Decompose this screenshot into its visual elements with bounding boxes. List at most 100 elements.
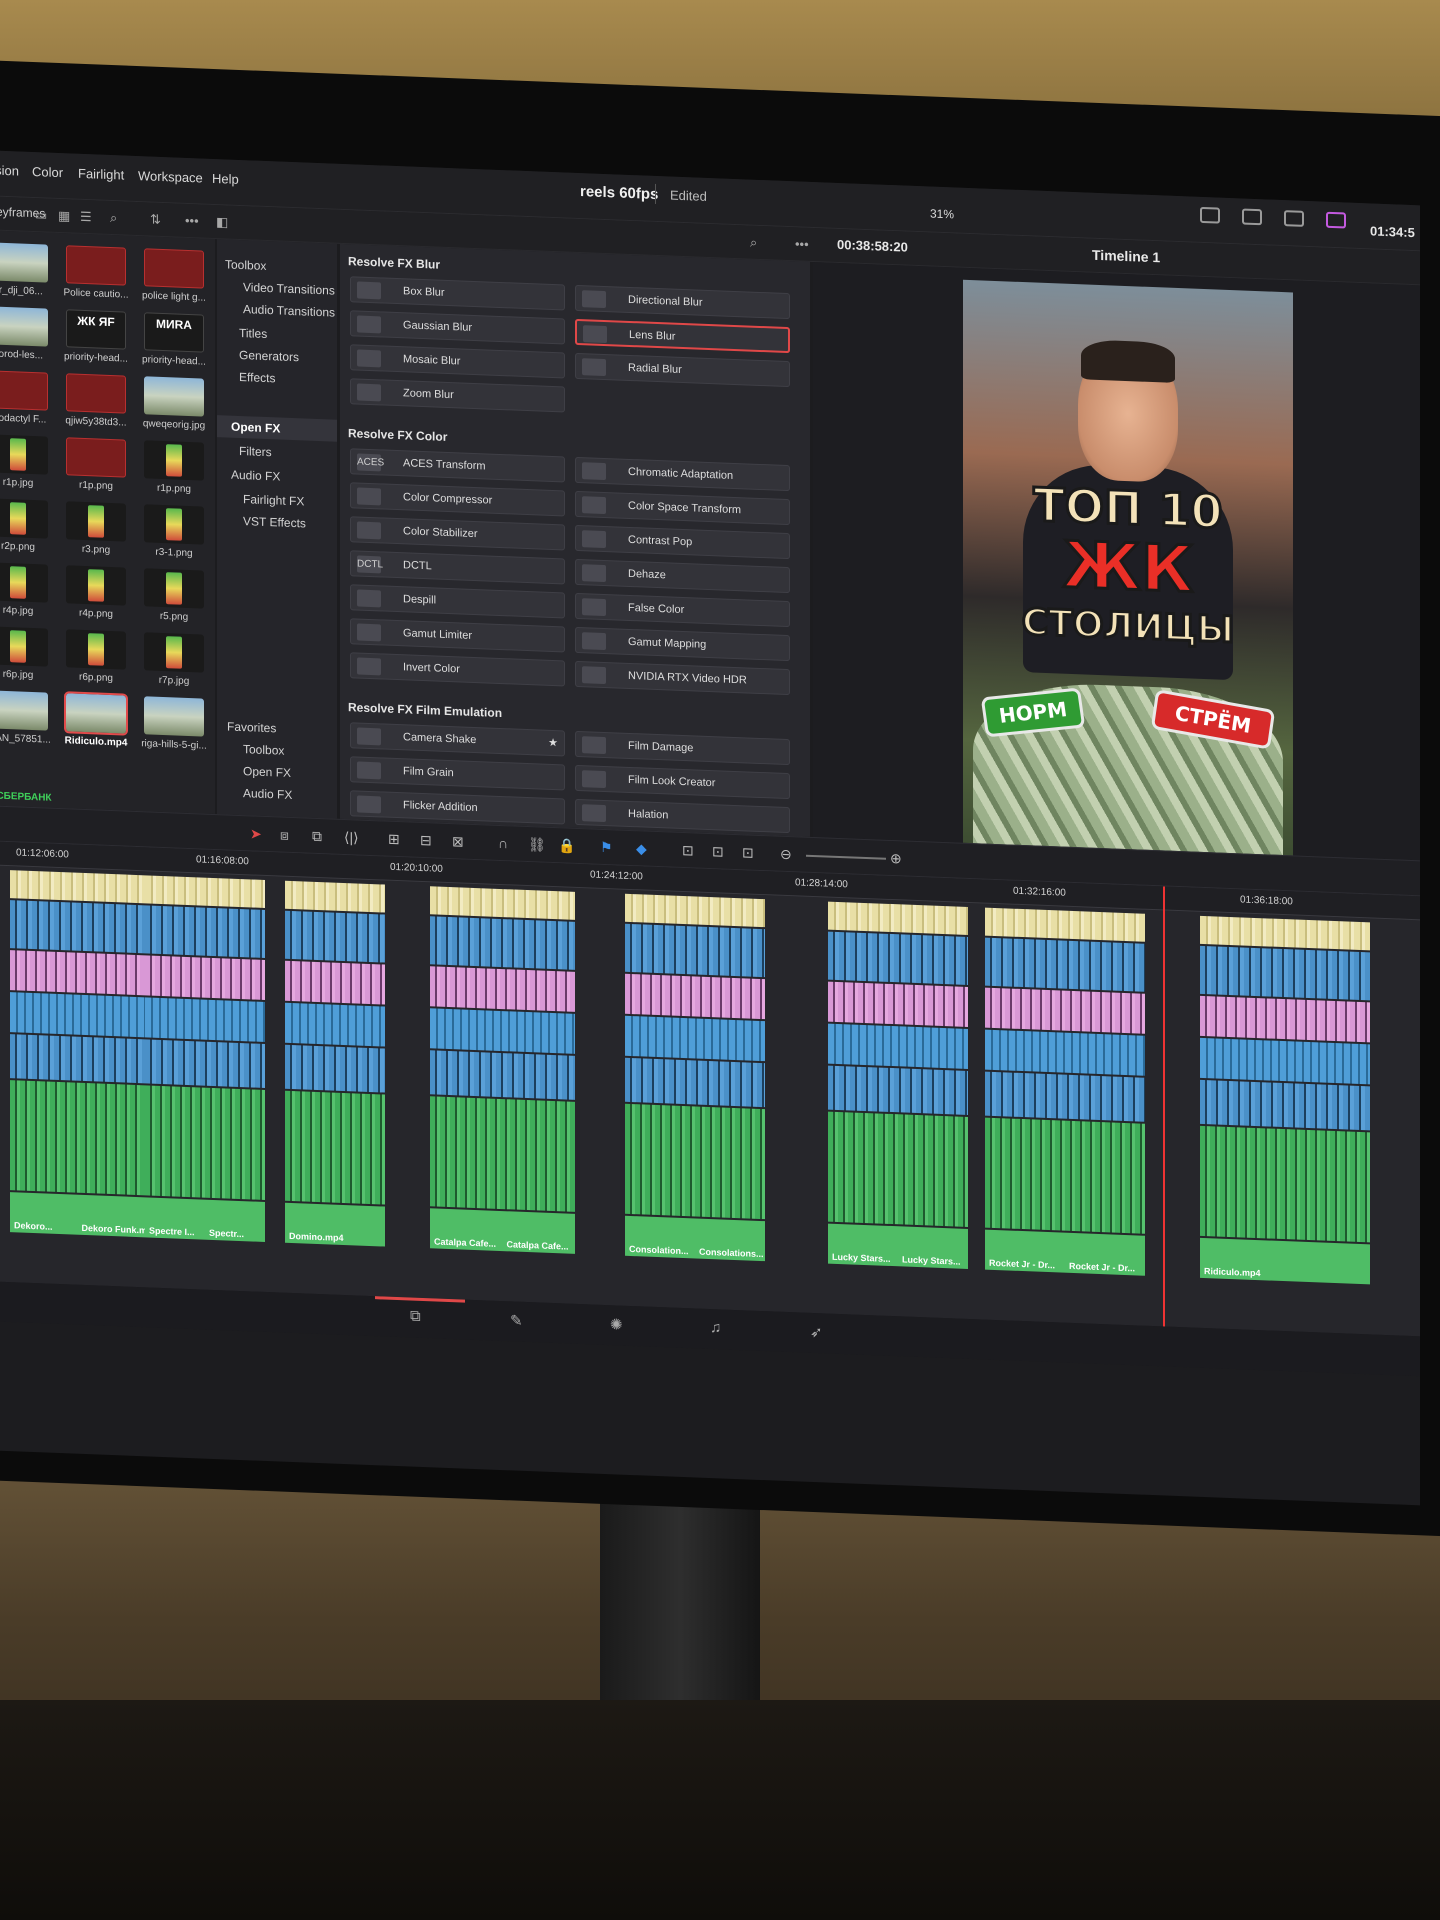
video-clip[interactable] [285, 1044, 385, 1093]
fx-more-icon[interactable]: ••• [795, 236, 809, 252]
expand-icon[interactable] [1284, 210, 1304, 227]
media-thumb[interactable] [0, 306, 48, 347]
video-clip[interactable] [625, 1015, 765, 1062]
video-clip[interactable] [625, 923, 765, 978]
audio-clip[interactable] [828, 1111, 968, 1227]
fx-item[interactable]: Zoom Blur [350, 378, 565, 413]
fx-item[interactable]: Lens Blur [575, 318, 790, 354]
media-thumb[interactable] [0, 498, 48, 539]
video-clip[interactable] [828, 931, 968, 985]
playhead[interactable] [1163, 886, 1165, 1327]
media-thumb[interactable] [144, 632, 204, 673]
media-thumb[interactable] [144, 504, 204, 545]
timeline-clip-stack[interactable]: Lucky Stars... Lucky Stars... [828, 901, 968, 1271]
timeline-clip-stack[interactable]: Catalpa Cafe... Catalpa Cafe... [430, 886, 575, 1256]
video-clip[interactable] [10, 870, 145, 904]
fx-item[interactable]: Contrast Pop [575, 524, 790, 560]
media-thumb[interactable] [144, 248, 204, 289]
viewer-zoom-level[interactable]: 31% [930, 206, 954, 221]
media-thumb[interactable] [0, 690, 48, 731]
audio-clip[interactable] [625, 1103, 765, 1220]
list-view-icon[interactable]: ▭ [35, 207, 47, 223]
video-clip[interactable] [285, 910, 385, 963]
timeline-clip-stack[interactable]: Spectre I... Spectr... [145, 875, 265, 1244]
fx-item[interactable]: Film Grain [350, 756, 565, 791]
video-clip[interactable] [145, 905, 265, 958]
video-clip[interactable] [145, 1039, 265, 1088]
video-clip[interactable] [145, 875, 265, 908]
video-clip[interactable] [1200, 945, 1370, 1001]
timeline-clip-stack[interactable]: Rocket Jr - Dr... Rocket Jr - Dr... [985, 907, 1145, 1278]
video-clip[interactable] [625, 973, 765, 1020]
video-clip[interactable] [430, 886, 575, 920]
tree-audio-transitions[interactable]: Audio Transitions [243, 302, 335, 320]
video-clip[interactable] [985, 937, 1145, 992]
media-thumb[interactable] [66, 501, 126, 542]
video-clip[interactable] [1200, 1037, 1370, 1085]
zoom-detail-icon[interactable]: ⊡ [712, 843, 724, 860]
tree-fav-open-fx[interactable]: Open FX [243, 764, 291, 780]
color-wheel-icon[interactable] [1326, 211, 1346, 229]
video-clip[interactable] [625, 1057, 765, 1108]
video-clip[interactable] [985, 907, 1145, 942]
fx-item[interactable]: Chromatic Adaptation [575, 456, 790, 492]
video-clip[interactable] [985, 987, 1145, 1034]
video-clip[interactable] [10, 950, 145, 996]
media-thumb[interactable] [144, 440, 204, 481]
video-clip[interactable] [828, 1065, 968, 1115]
tree-favorites[interactable]: Favorites [227, 719, 276, 735]
trim-tool-icon[interactable]: ⧈ [280, 827, 289, 844]
marker-icon[interactable]: ◆ [636, 840, 647, 857]
tree-generators[interactable]: Generators [239, 348, 299, 364]
audio-clip[interactable] [1200, 1237, 1370, 1285]
audio-clip[interactable] [430, 1096, 575, 1212]
video-clip[interactable] [145, 997, 265, 1042]
video-clip[interactable] [985, 1029, 1145, 1076]
color-page-icon[interactable]: ✺ [610, 1315, 623, 1333]
fx-section-title[interactable]: Resolve FX Film Emulation [348, 700, 502, 720]
video-clip[interactable] [145, 955, 265, 1000]
snapping-icon[interactable]: ∩ [498, 835, 508, 851]
tree-filters[interactable]: Filters [239, 444, 272, 459]
tree-fav-toolbox[interactable]: Toolbox [243, 742, 284, 758]
audio-clip[interactable] [10, 1080, 145, 1196]
selection-tool-icon[interactable]: ➤ [250, 825, 262, 842]
media-thumb[interactable] [0, 370, 48, 411]
fx-item[interactable]: Invert Color [350, 652, 565, 687]
flag-icon[interactable]: ⚑ [600, 839, 613, 856]
timeline-clip-stack[interactable]: Dekoro... Dekoro Funk.mp4 [10, 870, 158, 1239]
video-clip[interactable] [828, 1023, 968, 1069]
fx-item[interactable]: Flicker Addition [350, 790, 565, 825]
fusion-page-icon[interactable]: ✎ [510, 1311, 523, 1329]
search-icon[interactable]: ⌕ [110, 210, 117, 226]
fx-item[interactable]: Color Compressor [350, 482, 565, 517]
tree-toolbox[interactable]: Toolbox [225, 257, 266, 273]
tree-audio-fx[interactable]: Audio FX [231, 468, 280, 484]
media-thumb[interactable] [66, 565, 126, 606]
fx-item[interactable]: ACES ACES Transform [350, 448, 565, 483]
link-icon[interactable]: ⛓ [528, 836, 546, 854]
timeline-clip-stack[interactable]: Domino.mp4 [285, 880, 385, 1249]
fx-item[interactable]: False Color [575, 592, 790, 628]
menu-fairlight[interactable]: Fairlight [78, 166, 124, 183]
blade-tool-icon[interactable]: ⟨|⟩ [344, 829, 359, 847]
tree-open-fx[interactable]: Open FX [231, 420, 280, 436]
video-clip[interactable] [430, 1050, 575, 1100]
media-thumb[interactable] [0, 626, 48, 667]
edit-page-icon[interactable]: ⧉ [410, 1308, 421, 1325]
video-clip[interactable] [430, 916, 575, 970]
audio-clip[interactable] [985, 1117, 1145, 1234]
fx-item[interactable]: Despill [350, 584, 565, 619]
fx-item[interactable]: Dehaze [575, 558, 790, 594]
zoom-out-icon[interactable]: ⊖ [780, 846, 792, 863]
tree-effects[interactable]: Effects [239, 370, 275, 385]
menu-fusion[interactable]: Fusion [0, 162, 19, 178]
video-clip[interactable] [985, 1071, 1145, 1122]
fx-section-title[interactable]: Resolve FX Blur [348, 254, 440, 272]
media-thumb[interactable] [0, 562, 48, 603]
insert-clip-icon[interactable]: ⊞ [388, 831, 400, 848]
media-thumb[interactable] [66, 437, 126, 478]
overwrite-clip-icon[interactable]: ⊟ [420, 832, 432, 849]
media-thumb[interactable] [66, 629, 126, 670]
video-clip[interactable] [1200, 995, 1370, 1043]
